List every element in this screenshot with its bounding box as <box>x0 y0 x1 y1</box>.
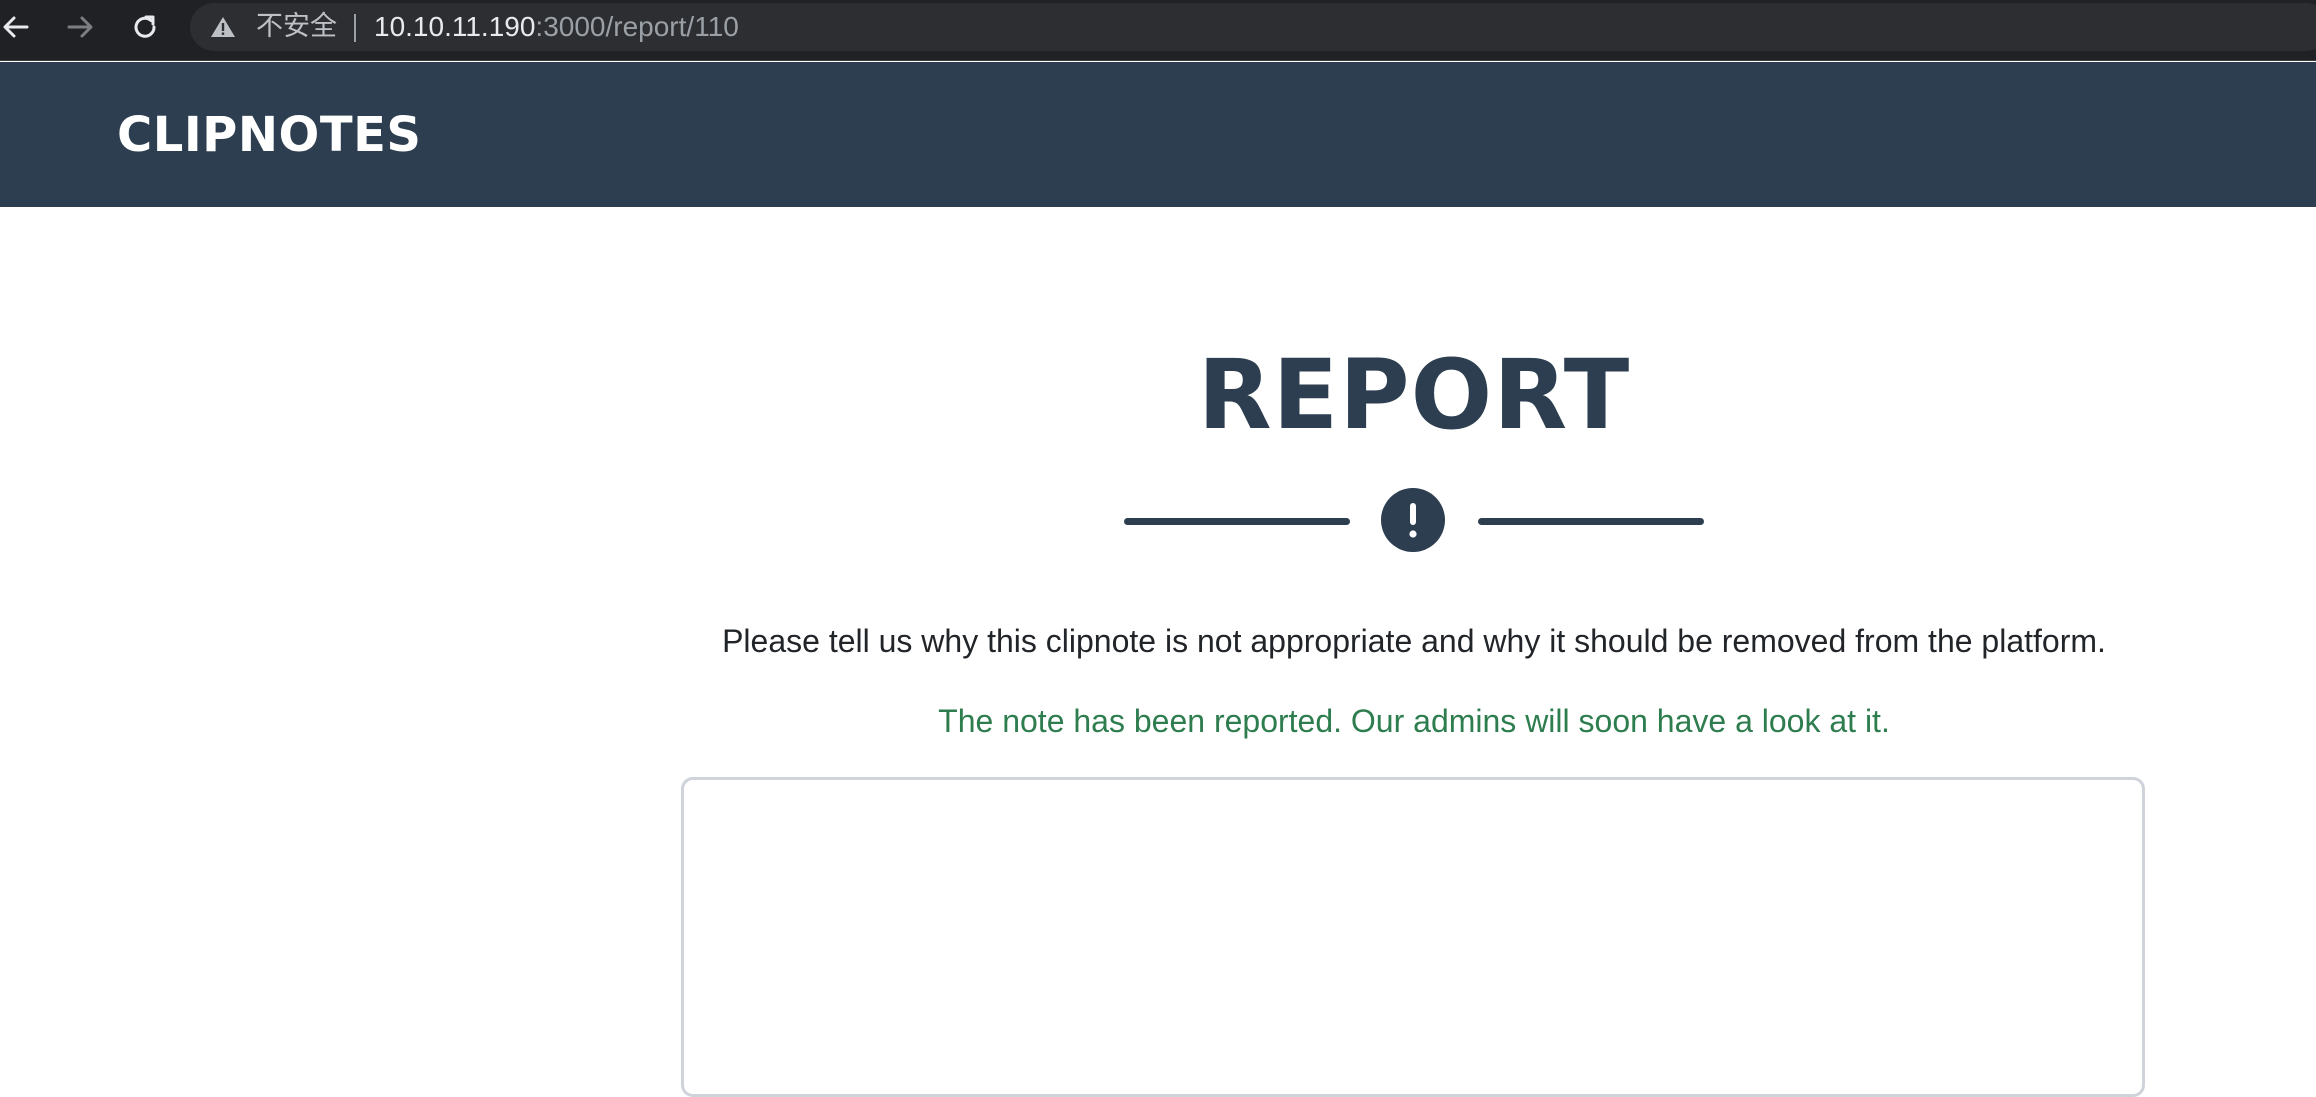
back-arrow-icon <box>3 16 29 38</box>
browser-toolbar: 不安全 10.10.11.190:3000/report/110 <box>0 0 2316 61</box>
url-text[interactable]: 10.10.11.190:3000/report/110 <box>374 11 739 43</box>
forward-arrow-icon <box>67 16 93 38</box>
divider-line-right <box>1478 518 1704 525</box>
url-divider <box>354 14 356 42</box>
address-bar[interactable]: 不安全 10.10.11.190:3000/report/110 <box>190 3 2316 51</box>
title-divider <box>1124 488 1704 554</box>
report-instruction: Please tell us why this clipnote is not … <box>722 623 2106 659</box>
forward-button[interactable] <box>60 7 100 47</box>
reload-button[interactable] <box>125 7 165 47</box>
report-success-message: The note has been reported. Our admins w… <box>938 703 1890 739</box>
reload-icon <box>134 15 156 38</box>
divider-line-left <box>1124 518 1350 525</box>
page-title: REPORT <box>1197 339 1631 451</box>
exclamation-circle-icon <box>1381 488 1445 552</box>
report-reason-textarea[interactable] <box>681 777 2145 1097</box>
warning-triangle-icon[interactable] <box>210 15 236 39</box>
site-navbar: CLIPNOTES <box>0 62 2316 207</box>
brand-link[interactable]: CLIPNOTES <box>117 107 421 163</box>
security-status-label[interactable]: 不安全 <box>256 11 337 43</box>
url-host: 10.10.11.190 <box>374 11 536 42</box>
url-path: :3000/report/110 <box>535 11 739 42</box>
back-button[interactable] <box>0 7 36 47</box>
